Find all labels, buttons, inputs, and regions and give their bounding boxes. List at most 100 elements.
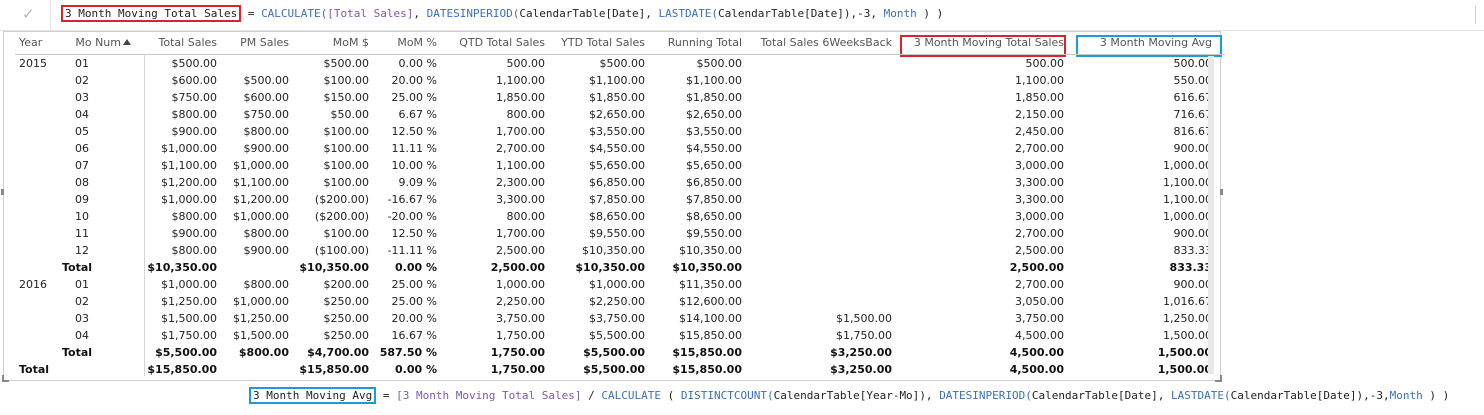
cell-ytd-total-sales: $1,850.00 — [589, 91, 645, 104]
cell-pm-sales — [217, 57, 289, 72]
cell-mo-num: 04 — [75, 108, 89, 121]
measure-name[interactable]: 3 Month Moving Total Sales — [61, 5, 242, 22]
cell-pm-sales: $800.00 — [243, 125, 290, 138]
cell-pm-sales: $900.00 — [243, 244, 290, 257]
avg-formula-token: LASTDATE( — [1171, 389, 1231, 402]
cell-ytd-total-sales: $10,350.00 — [575, 261, 645, 274]
cell-running-total: $8,650.00 — [686, 210, 742, 223]
sort-ascending-icon[interactable] — [123, 39, 131, 45]
cell-mo-num: 03 — [75, 312, 89, 325]
cell-total-sales-6weeksback — [742, 244, 892, 259]
column-header-label: PM Sales — [240, 36, 289, 49]
cell-mom-dollar: $50.00 — [330, 108, 370, 121]
cell-mom-pct: 25.00 % — [391, 91, 437, 104]
vertical-scrollbar[interactable] — [1207, 52, 1215, 374]
column-header-running-total[interactable]: Running Total — [645, 36, 742, 51]
scroll-thumb[interactable] — [1208, 56, 1214, 374]
avg-formula-token: ( — [661, 389, 681, 402]
cell-mo-num: 05 — [75, 125, 89, 138]
cell-total-sales-6weeksback — [742, 159, 892, 174]
header-row: Year Mo Num Total Sales PM Sales MoM $ MoM % Q… — [15, 35, 1225, 57]
table-row: 2016 01 $1,000.00 $800.00 $200.00 25.00 % 1,00… — [15, 276, 1225, 293]
cell-total-sales: $1,000.00 — [161, 142, 217, 155]
cell-running-total: $11,350.00 — [679, 278, 742, 291]
avg-formula: 3 Month Moving Avg = [3 Month Moving Tot… — [249, 387, 1449, 404]
cell-3-month-moving-total-sales: 2,150.00 — [1015, 108, 1064, 121]
cell-running-total: $14,100.00 — [679, 312, 742, 325]
cell-total-sales-6weeksback — [742, 176, 892, 191]
cell-total-sales: $10,350.00 — [147, 261, 217, 274]
formula-token: = — [241, 7, 262, 20]
cell-ytd-total-sales: $500.00 — [599, 57, 646, 70]
column-header-mom-dollar[interactable]: MoM $ — [289, 36, 369, 51]
cell-running-total: $6,850.00 — [686, 176, 742, 189]
cell-3-month-moving-total-sales: 3,050.00 — [1015, 295, 1064, 308]
cell-year — [19, 108, 59, 123]
formula-bar-edge — [1475, 6, 1476, 24]
column-header-year[interactable]: Year — [19, 36, 59, 51]
column-header-ytd-total-sales[interactable]: YTD Total Sales — [545, 36, 645, 51]
avg-formula-expression: = [3 Month Moving Total Sales] / CALCULA… — [376, 389, 1449, 402]
cell-3-month-moving-avg: 1,000.00 — [1163, 159, 1212, 172]
cell-qtd-total-sales: 800.00 — [506, 210, 546, 223]
cell-total-sales-6weeksback — [742, 295, 892, 310]
cell-qtd-total-sales: 3,300.00 — [496, 193, 545, 206]
cell-qtd-total-sales: 1,100.00 — [496, 159, 545, 172]
cell-total-sales-6weeksback — [742, 227, 892, 242]
resize-handle-left[interactable] — [1, 189, 4, 195]
cell-total-sales: $500.00 — [171, 57, 218, 70]
cell-year — [19, 176, 59, 191]
formula-token: , — [645, 7, 659, 20]
column-header-pm-sales[interactable]: PM Sales — [217, 36, 289, 51]
cell-year — [19, 244, 59, 259]
formula-expression[interactable]: = CALCULATE([Total Sales], DATESINPERIOD… — [241, 7, 943, 20]
cell-year — [19, 227, 59, 242]
column-header-mom-pct[interactable]: MoM % — [369, 36, 437, 51]
avg-formula-token: [3 Month Moving Total Sales] — [396, 389, 582, 402]
cell-mom-pct: 11.11 % — [391, 142, 437, 155]
resize-corner-bl[interactable] — [2, 375, 9, 382]
cell-total-sales: $900.00 — [171, 125, 218, 138]
check-icon[interactable]: ✓ — [22, 5, 35, 23]
avg-formula-token: CalendarTable[Year-Mo] — [773, 389, 920, 402]
cell-mom-dollar: $250.00 — [323, 295, 370, 308]
cell-year — [19, 91, 59, 106]
column-header-total-sales[interactable]: Total Sales — [145, 36, 217, 51]
cell-3-month-moving-total-sales: 4,500.00 — [1015, 329, 1064, 342]
cell-3-month-moving-total-sales: 2,700.00 — [1015, 227, 1064, 240]
cell-3-month-moving-avg: 550.00 — [1173, 74, 1213, 87]
table-row: 04 $800.00 $750.00 $50.00 6.67 % 800.00 $2,650… — [15, 106, 1225, 123]
cell-mo-num: 08 — [75, 176, 89, 189]
cell-mo-num: 04 — [75, 329, 89, 342]
cell-total-sales-6weeksback — [742, 91, 892, 106]
cell-year — [19, 142, 59, 157]
column-header-mo-num[interactable]: Mo Num — [71, 36, 131, 51]
column-header-label: Year — [19, 36, 43, 49]
cell-year — [19, 312, 59, 327]
column-header-total-sales-6weeksback[interactable]: Total Sales 6WeeksBack — [742, 36, 892, 51]
cell-qtd-total-sales: 1,750.00 — [490, 346, 545, 359]
cell-3-month-moving-total-sales: 3,300.00 — [1015, 176, 1064, 189]
matrix-visual[interactable]: Year Mo Num Total Sales PM Sales MoM $ MoM % Q… — [1, 31, 1225, 382]
commit-button[interactable]: ✓ — [0, 0, 51, 30]
column-header-qtd-total-sales[interactable]: QTD Total Sales — [437, 36, 545, 51]
cell-mom-pct: 25.00 % — [391, 278, 437, 291]
cell-pm-sales: $800.00 — [238, 346, 289, 359]
cell-mom-pct: -20.00 % — [387, 210, 437, 223]
cell-3-month-moving-avg: 500.00 — [1173, 57, 1213, 70]
cell-total-sales: $1,750.00 — [161, 329, 217, 342]
table-row: 06 $1,000.00 $900.00 $100.00 11.11 % 2,700.00… — [15, 140, 1225, 157]
formula-input[interactable]: 3 Month Moving Total Sales = CALCULATE([… — [61, 5, 943, 22]
cell-total-sales: $1,200.00 — [161, 176, 217, 189]
cell-mom-dollar: $250.00 — [323, 329, 370, 342]
cell-qtd-total-sales: 1,750.00 — [490, 363, 545, 376]
cell-3-month-moving-total-sales: 4,500.00 — [1009, 363, 1064, 376]
total-row: Total $15,850.00 $15,850.00 0.00 % 1,750.00 $… — [15, 361, 1225, 378]
cell-total-sales: $750.00 — [171, 91, 218, 104]
avg-formula-token: = — [376, 389, 397, 402]
cell-mom-pct: 16.67 % — [391, 329, 437, 342]
cell-mom-pct: -16.67 % — [387, 193, 437, 206]
column-header-label: Running Total — [667, 36, 742, 49]
cell-mom-pct: 587.50 % — [379, 346, 437, 359]
cell-qtd-total-sales: 1,100.00 — [496, 74, 545, 87]
